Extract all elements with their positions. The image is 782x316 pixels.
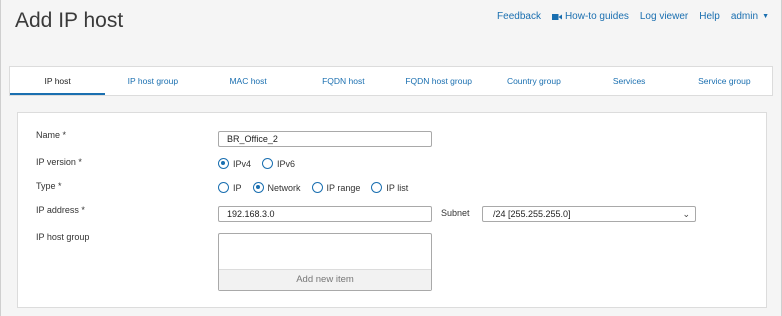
- ip-host-group-label: IP host group: [36, 232, 90, 242]
- chevron-down-icon: ⌄: [682, 209, 690, 219]
- subnet-label: Subnet: [441, 208, 470, 218]
- help-link[interactable]: Help: [699, 11, 720, 22]
- subnet-selected-value: /24 [255.255.255.0]: [493, 209, 571, 219]
- log-viewer-link[interactable]: Log viewer: [640, 11, 688, 22]
- radio-unchecked-icon: [262, 158, 274, 169]
- tab-fqdn-host-group[interactable]: FQDN host group: [391, 67, 486, 95]
- user-name: admin: [730, 11, 759, 22]
- type-ip-label: IP: [233, 182, 242, 193]
- tab-ip-host[interactable]: IP host: [10, 67, 106, 95]
- ip-version-ipv4-option[interactable]: IPv4: [218, 158, 251, 169]
- radio-unchecked-icon: [311, 182, 323, 193]
- type-ip-list-option[interactable]: IP list: [371, 182, 408, 193]
- type-network-option[interactable]: Network: [252, 182, 301, 193]
- ipv6-label: IPv6: [277, 158, 296, 169]
- caret-down-icon: ▼: [762, 13, 769, 20]
- ip-version-radio-group: IPv4 IPv6: [218, 158, 306, 169]
- type-network-label: Network: [267, 182, 301, 193]
- tab-service-group[interactable]: Service group: [677, 67, 772, 95]
- tab-country-group[interactable]: Country group: [486, 67, 581, 95]
- type-label: Type *: [36, 181, 62, 191]
- type-ip-range-option[interactable]: IP range: [311, 182, 361, 193]
- ip-version-ipv6-option[interactable]: IPv6: [262, 158, 295, 169]
- radio-unchecked-icon: [218, 182, 229, 193]
- user-menu[interactable]: admin ▼: [731, 11, 769, 22]
- page-title: Add IP host: [15, 9, 124, 32]
- form-panel: Name * BR_Office_2 IP version * IPv4 IPv…: [17, 112, 767, 308]
- howto-guides-link[interactable]: How-to guides: [551, 11, 629, 22]
- radio-checked-icon: [252, 182, 264, 193]
- name-input[interactable]: BR_Office_2: [218, 131, 432, 147]
- radio-unchecked-icon: [371, 182, 383, 193]
- subnet-select[interactable]: /24 [255.255.255.0] ⌄: [482, 206, 696, 222]
- type-ip-range-label: IP range: [326, 182, 361, 193]
- tab-services[interactable]: Services: [582, 67, 677, 95]
- ip-address-label: IP address *: [36, 205, 85, 215]
- radio-checked-icon: [218, 158, 229, 169]
- feedback-link[interactable]: Feedback: [497, 11, 541, 22]
- tab-mac-host[interactable]: MAC host: [201, 67, 296, 95]
- ip-address-input[interactable]: 192.168.3.0: [218, 206, 432, 222]
- video-camera-icon: [551, 13, 562, 20]
- ip-host-group-list[interactable]: Add new item: [218, 233, 432, 291]
- top-navigation: Feedback How-to guides Log viewer Help a…: [486, 11, 769, 22]
- tab-ip-host-group[interactable]: IP host group: [105, 67, 200, 95]
- ip-version-label: IP version *: [36, 157, 82, 167]
- name-label: Name *: [36, 130, 67, 140]
- add-new-item-button[interactable]: Add new item: [219, 269, 431, 290]
- ipv4-label: IPv4: [233, 158, 252, 169]
- tab-fqdn-host[interactable]: FQDN host: [296, 67, 391, 95]
- type-ip-list-label: IP list: [386, 182, 409, 193]
- howto-guides-label: How-to guides: [564, 11, 629, 22]
- type-ip-option[interactable]: IP: [218, 182, 242, 193]
- object-tabs: IP host IP host group MAC host FQDN host…: [9, 66, 773, 96]
- type-radio-group: IP Network IP range IP list: [218, 182, 419, 193]
